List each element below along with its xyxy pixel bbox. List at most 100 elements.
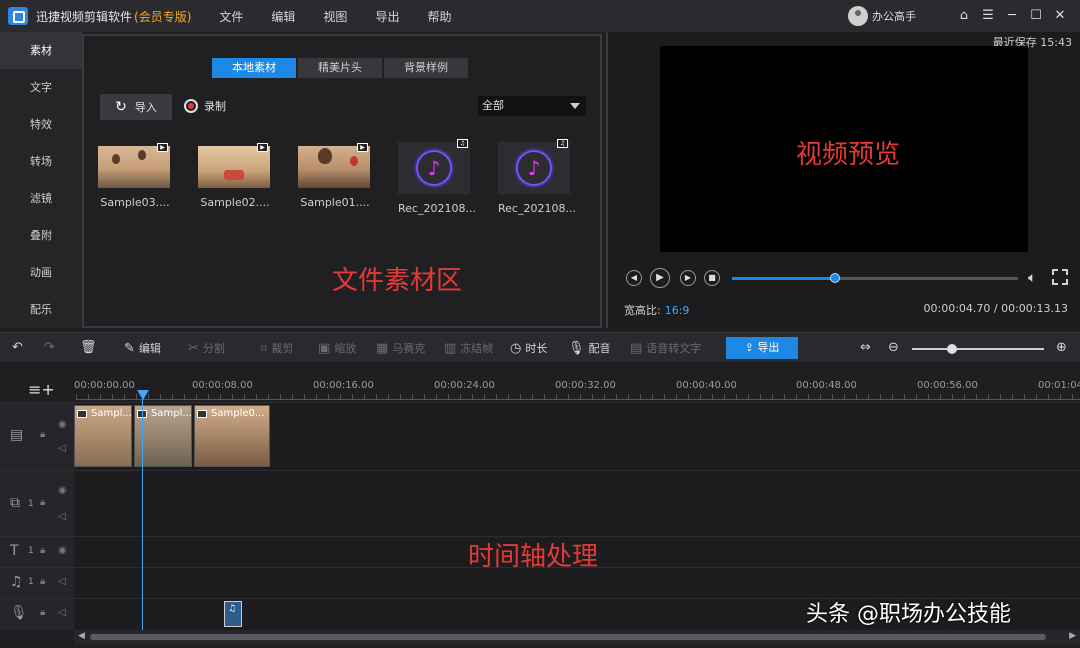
mute-icon[interactable]: ◁ (58, 607, 66, 618)
user-name: 办公高手 (872, 10, 916, 23)
tab-backgrounds[interactable]: 背景样例 (384, 58, 468, 78)
video-thumbnail: ▶ (298, 143, 370, 188)
lock-icon[interactable]: 🔒︎ (40, 497, 45, 508)
zoom-out-icon[interactable]: ⊖ (888, 340, 903, 355)
nav-item-animation[interactable]: 动画 (0, 254, 82, 291)
progress-knob[interactable] (829, 273, 840, 283)
stop-icon[interactable]: ■ (704, 270, 720, 286)
title-bar: 迅捷视频剪辑软件 (会员专版) 文件 编辑 视图 导出 帮助 办公高手 ⌂ ☰ ─… (0, 0, 1080, 32)
media-item[interactable]: ♪ ♫ Rec_202108... (498, 139, 576, 215)
scissors-icon: ✂ (188, 341, 199, 356)
scroll-right-icon[interactable]: ▶ (1069, 631, 1076, 641)
music-note-icon: ♪ (516, 150, 552, 186)
zoom-button[interactable]: ▣ 缩放 (318, 340, 356, 356)
maximize-icon[interactable]: ☐ (1024, 6, 1048, 26)
user-account[interactable]: 办公高手 (848, 6, 916, 26)
home-icon[interactable]: ⌂ (952, 6, 976, 26)
nav-item-filters[interactable]: 滤镜 (0, 180, 82, 217)
eye-icon[interactable]: ◉ (58, 545, 67, 556)
nav-item-music[interactable]: 配乐 (0, 291, 82, 328)
menu-help[interactable]: 帮助 (427, 8, 451, 25)
duration-button[interactable]: ◷ 时长 (510, 340, 547, 356)
volume-icon[interactable]: 🔈︎ (1028, 270, 1036, 286)
timeline-scrollbar[interactable]: ◀ ▶ (74, 630, 1080, 644)
add-track-icon[interactable]: ≡+ (28, 380, 55, 399)
overlay-track: ⧉ 1 🔒︎ ◉ ◁ (0, 470, 1080, 536)
mute-icon[interactable]: ◁ (58, 511, 66, 522)
ruler-scale (76, 394, 1080, 400)
playback-progress-bar[interactable] (732, 273, 1018, 283)
video-clip[interactable]: Sample0... (194, 405, 270, 467)
mute-icon[interactable]: ◁ (58, 443, 66, 454)
clip-label: Sampl... (151, 408, 192, 419)
menu-icon[interactable]: ☰ (976, 6, 1000, 26)
balloon-icon (112, 154, 120, 164)
track-body[interactable]: Sampl... Sampl... Sample0... (74, 403, 1080, 470)
menu-edit[interactable]: 编辑 (271, 8, 295, 25)
timeline-zoom-slider[interactable] (912, 348, 1044, 350)
scroll-thumb[interactable] (90, 634, 1046, 640)
media-item[interactable]: ♪ ♫ Rec_202108... (398, 139, 476, 215)
dub-button[interactable]: 🎙︎ 配音 (568, 340, 611, 356)
nav-item-transitions[interactable]: 转场 (0, 143, 82, 180)
fit-timeline-icon[interactable]: ⇔ (860, 340, 875, 355)
media-item[interactable]: ▶ Sample03.... (98, 142, 172, 215)
fullscreen-icon[interactable] (1052, 269, 1068, 285)
video-clip[interactable]: Sampl... (74, 405, 132, 467)
duration-label: 时长 (525, 342, 548, 355)
playhead[interactable] (142, 392, 143, 632)
aspect-ratio[interactable]: 宽高比: 16:9 (624, 302, 689, 318)
menu-file[interactable]: 文件 (219, 8, 243, 25)
scroll-left-icon[interactable]: ◀ (78, 631, 85, 641)
clip-label: Sampl... (91, 408, 132, 419)
step-forward-icon[interactable]: ▶ (680, 270, 696, 286)
menu-export[interactable]: 导出 (375, 8, 399, 25)
split-button[interactable]: ✂ 分割 (188, 340, 225, 356)
track-header: ▤ 🔒︎ ◉ ◁ (0, 403, 74, 470)
zoom-box-icon: ▣ (318, 341, 331, 356)
play-icon[interactable]: ▶ (650, 268, 670, 288)
zoom-in-icon[interactable]: ⊕ (1056, 340, 1071, 355)
lock-icon[interactable]: 🔒︎ (40, 429, 45, 440)
tab-local-media[interactable]: 本地素材 (212, 58, 296, 78)
close-icon[interactable]: ✕ (1048, 6, 1072, 26)
lock-icon[interactable]: 🔒︎ (40, 607, 45, 618)
media-item[interactable]: ▶ Sample01.... (298, 142, 372, 215)
lock-icon[interactable]: 🔒︎ (40, 576, 45, 587)
undo-icon[interactable]: ↶ (12, 340, 27, 355)
aspect-ratio-label: 宽高比: (624, 304, 661, 317)
nav-item-text[interactable]: 文字 (0, 69, 82, 106)
media-item[interactable]: ▶ Sample02.... (198, 142, 272, 215)
nav-item-overlay[interactable]: 叠附 (0, 217, 82, 254)
freeze-frame-button[interactable]: ▥ 冻结帧 (444, 340, 493, 356)
speech-to-text-button[interactable]: ▤ 语音转文字 (630, 340, 701, 356)
track-number: 1 (28, 577, 34, 587)
zoom-slider-knob[interactable] (946, 344, 957, 354)
microphone-icon: 🎙︎ (568, 341, 585, 356)
crop-button[interactable]: ⌗ 裁剪 (260, 340, 293, 356)
tab-intros[interactable]: 精美片头 (298, 58, 382, 78)
redo-icon[interactable]: ↷ (44, 340, 59, 355)
nav-item-media[interactable]: 素材 (0, 32, 82, 69)
eye-icon[interactable]: ◉ (58, 485, 67, 496)
lock-icon[interactable]: 🔒︎ (40, 545, 45, 556)
track-body[interactable] (74, 471, 1080, 536)
record-button[interactable]: 录制 (184, 98, 226, 114)
step-back-icon[interactable]: ◀ (626, 270, 642, 286)
edit-icon: ✎ (124, 341, 135, 356)
mute-icon[interactable]: ◁ (58, 576, 66, 587)
media-filter-select[interactable]: 全部 (478, 96, 586, 116)
import-button[interactable]: ↻ 导入 (100, 94, 172, 120)
playhead-handle[interactable] (137, 390, 149, 400)
mosaic-button[interactable]: ▦ 马赛克 (376, 340, 425, 356)
eye-icon[interactable]: ◉ (58, 419, 67, 430)
balloon-icon (350, 156, 358, 166)
nav-item-effects[interactable]: 特效 (0, 106, 82, 143)
voice-clip[interactable] (224, 601, 242, 627)
minimize-icon[interactable]: ─ (1000, 6, 1024, 26)
edit-button[interactable]: ✎ 编辑 (124, 340, 161, 356)
menu-view[interactable]: 视图 (323, 8, 347, 25)
timeline-ruler[interactable]: ≡+ 00:00:00.00 00:00:08.00 00:00:16.00 0… (0, 362, 1080, 402)
export-button[interactable]: ⇪ 导出 (726, 337, 798, 359)
delete-icon[interactable]: 🗑︎ (80, 340, 101, 355)
